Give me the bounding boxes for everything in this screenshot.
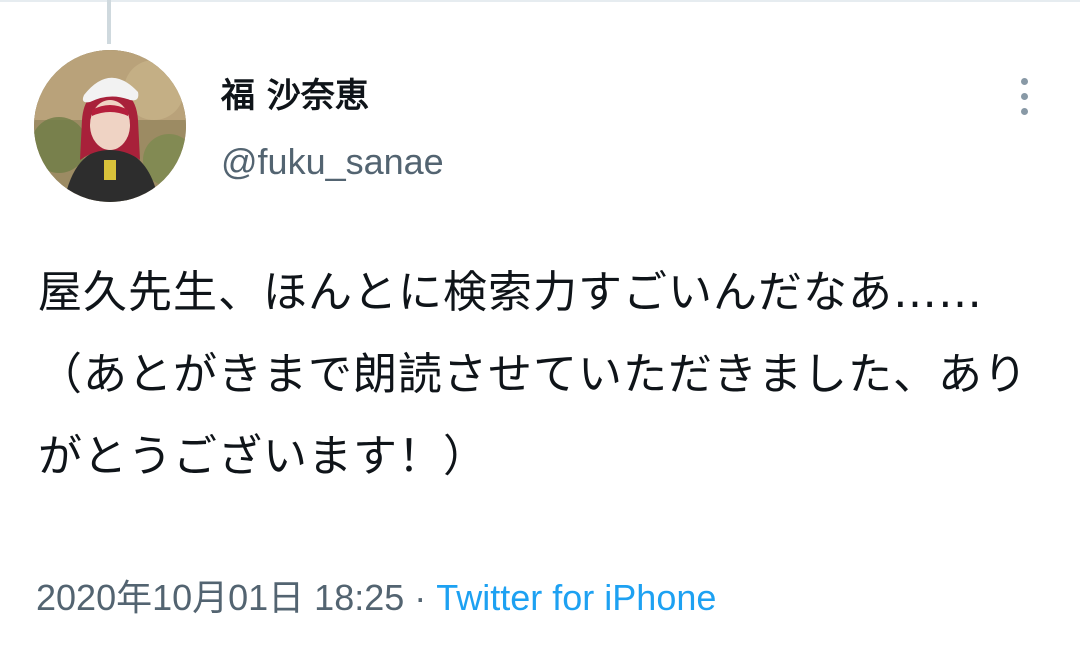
tweet-timestamp[interactable]: 2020年10月01日 18:25	[36, 577, 404, 618]
meta-separator: ·	[414, 577, 427, 618]
author-handle[interactable]: @fuku_sanae	[221, 140, 444, 184]
thread-connector-line	[107, 0, 111, 44]
more-vertical-icon[interactable]	[1004, 74, 1044, 118]
author-display-name[interactable]: 福 沙奈恵	[221, 74, 369, 118]
more-dot	[1020, 92, 1028, 100]
tweet-text: 屋久先生、ほんとに検索力すごいんだなあ…… （あとがきまで朗読させていただきまし…	[38, 267, 1028, 482]
top-divider	[0, 0, 1080, 2]
author-avatar[interactable]	[34, 50, 186, 202]
tweet-source-link[interactable]: Twitter for iPhone	[436, 577, 716, 618]
more-dot	[1020, 107, 1028, 115]
more-dot	[1020, 77, 1028, 85]
avatar-image	[34, 50, 186, 202]
tweet-meta: 2020年10月01日 18:25 · Twitter for iPhone	[36, 576, 716, 620]
